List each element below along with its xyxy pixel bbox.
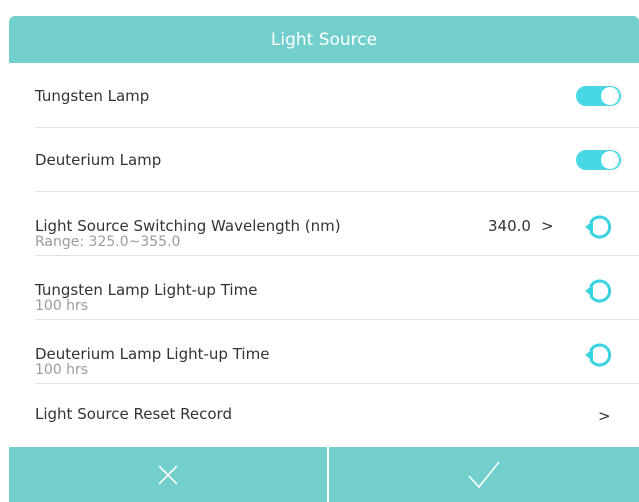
- toggle-knob: [601, 151, 619, 169]
- cancel-button[interactable]: [9, 447, 327, 502]
- close-icon: [158, 464, 178, 485]
- checkmark-icon: [468, 461, 500, 488]
- reset-icon[interactable]: [582, 210, 614, 242]
- confirm-button[interactable]: [329, 447, 639, 502]
- toggle-knob: [601, 87, 619, 105]
- deuterium-lamp-label: Deuterium Lamp: [35, 151, 162, 169]
- tungsten-lamp-row: Tungsten Lamp: [9, 64, 639, 128]
- tungsten-light-up-time-label: Tungsten Lamp Light-up Time: [35, 281, 258, 299]
- tungsten-light-up-time-row: Tungsten Lamp Light-up Time 100 hrs: [9, 256, 639, 320]
- tungsten-lamp-toggle[interactable]: [576, 86, 621, 106]
- chevron-right-icon[interactable]: >: [541, 217, 554, 235]
- light-source-dialog: Light Source Tungsten Lamp Deuterium Lam…: [9, 16, 639, 502]
- dialog-title: Light Source: [270, 29, 378, 50]
- dialog-footer: [9, 447, 639, 502]
- deuterium-light-up-time-label: Deuterium Lamp Light-up Time: [35, 345, 270, 363]
- dialog-header: Light Source: [9, 16, 639, 63]
- reset-record-row[interactable]: Light Source Reset Record >: [9, 384, 639, 448]
- deuterium-lamp-row: Deuterium Lamp: [9, 128, 639, 192]
- reset-icon[interactable]: [582, 338, 614, 370]
- reset-record-label: Light Source Reset Record: [35, 405, 232, 423]
- switching-wavelength-value[interactable]: 340.0: [488, 217, 531, 235]
- chevron-right-icon[interactable]: >: [598, 407, 611, 425]
- deuterium-light-up-time-row: Deuterium Lamp Light-up Time 100 hrs: [9, 320, 639, 384]
- tungsten-light-up-time-value: 100 hrs: [35, 298, 89, 314]
- switching-wavelength-range: Range: 325.0~355.0: [35, 234, 181, 250]
- deuterium-light-up-time-value: 100 hrs: [35, 362, 89, 378]
- reset-icon[interactable]: [582, 274, 614, 306]
- switching-wavelength-label: Light Source Switching Wavelength (nm): [35, 217, 341, 235]
- deuterium-lamp-toggle[interactable]: [576, 150, 621, 170]
- switching-wavelength-row[interactable]: Light Source Switching Wavelength (nm) R…: [9, 192, 639, 256]
- tungsten-lamp-label: Tungsten Lamp: [35, 87, 150, 105]
